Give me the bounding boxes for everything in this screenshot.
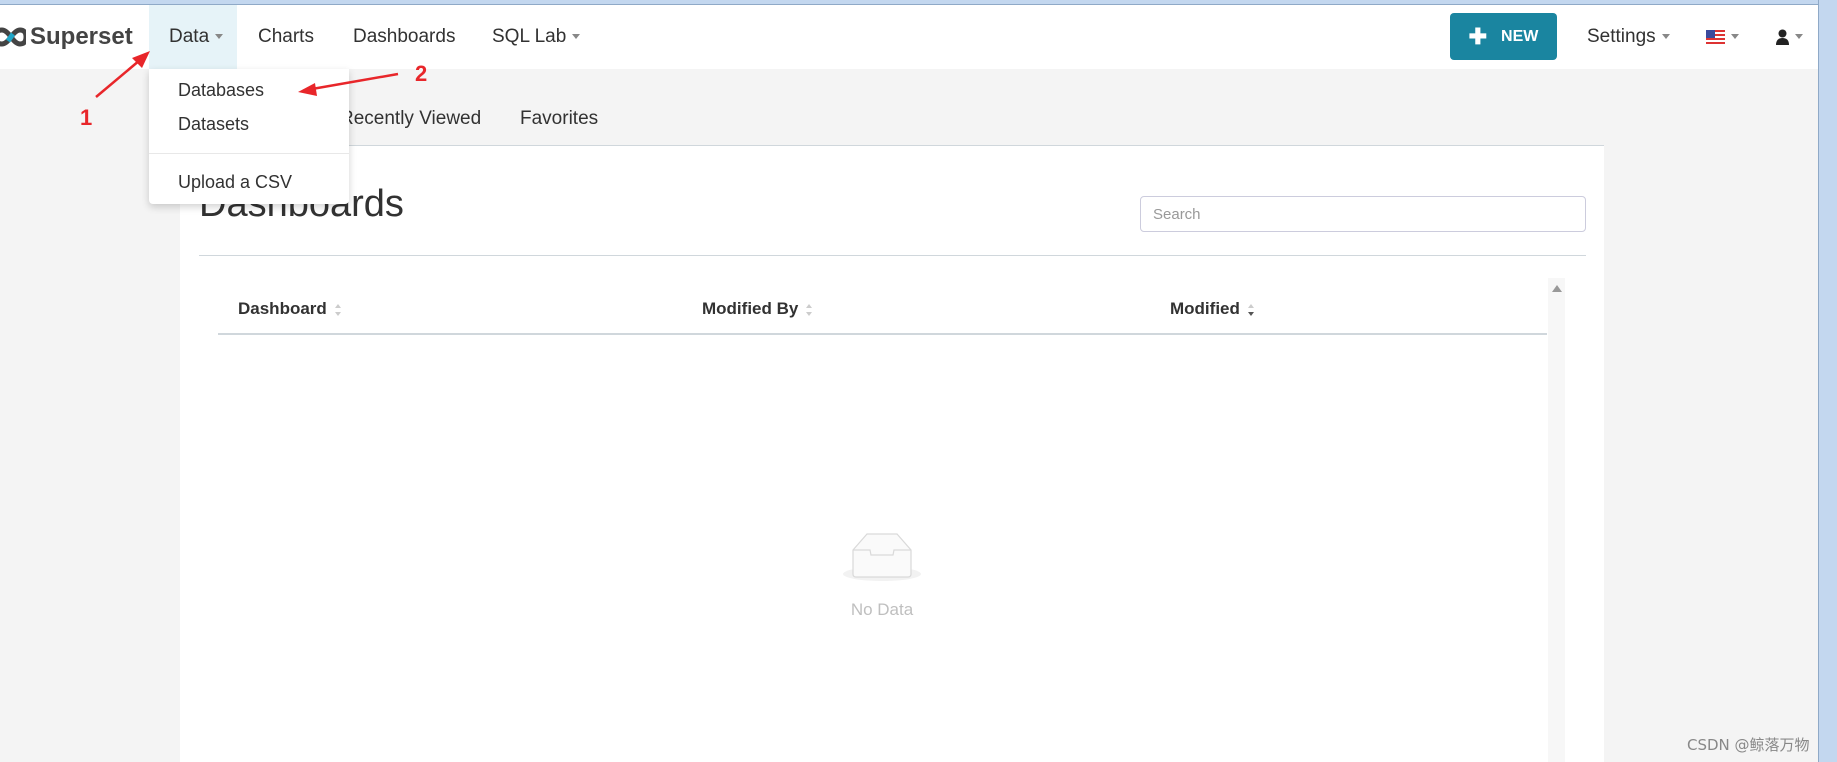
- sort-descending-icon: [1247, 303, 1254, 316]
- user-menu[interactable]: [1776, 5, 1803, 69]
- main-panel: [180, 146, 1604, 762]
- arrow-1: [95, 59, 141, 98]
- column-label: Modified By: [702, 299, 799, 318]
- column-header-dashboard[interactable]: Dashboard: [238, 299, 341, 319]
- user-icon: [1776, 29, 1789, 45]
- sort-icon: [806, 303, 813, 316]
- table-scrollbar[interactable]: [1548, 278, 1565, 762]
- empty-inbox-icon: [843, 533, 921, 581]
- new-button[interactable]: ✚ NEW: [1450, 13, 1557, 60]
- column-label: Dashboard: [238, 299, 327, 318]
- arrow-2: [311, 72, 399, 91]
- us-flag-icon: [1706, 29, 1725, 44]
- annotation-step-1: 1: [80, 105, 93, 130]
- plus-icon: ✚: [1468, 23, 1488, 49]
- header-divider: [218, 333, 1547, 335]
- nav-sql-lab-label: SQL Lab: [492, 26, 567, 47]
- caret-down-icon: [1795, 34, 1803, 40]
- annotation-step-2: 2: [415, 61, 428, 86]
- settings-label: Settings: [1587, 26, 1656, 47]
- column-header-modified-by[interactable]: Modified By: [702, 299, 813, 319]
- caret-down-icon: [1661, 34, 1670, 40]
- caret-down-icon: [572, 34, 581, 40]
- caret-down-icon: [1731, 34, 1739, 40]
- column-label: Modified: [1170, 299, 1240, 318]
- empty-state-text: No Data: [850, 600, 914, 619]
- column-header-modified[interactable]: Modified: [1170, 299, 1254, 319]
- sort-icon: [334, 303, 341, 316]
- title-divider: [199, 255, 1586, 256]
- language-menu[interactable]: [1706, 5, 1739, 69]
- search-input[interactable]: [1140, 196, 1586, 232]
- menu-item-upload-csv[interactable]: Upload a CSV: [178, 172, 292, 193]
- watermark: CSDN @鲸落万物: [1687, 736, 1810, 754]
- tab-favorites[interactable]: Favorites: [520, 108, 598, 130]
- scroll-up-icon[interactable]: [1552, 285, 1562, 292]
- new-button-label: NEW: [1501, 27, 1539, 45]
- settings-menu[interactable]: Settings: [1587, 5, 1670, 69]
- arrow-2-head: [298, 83, 317, 96]
- nav-sql-lab[interactable]: SQL Lab: [492, 5, 581, 69]
- window-right-border: [1818, 0, 1837, 762]
